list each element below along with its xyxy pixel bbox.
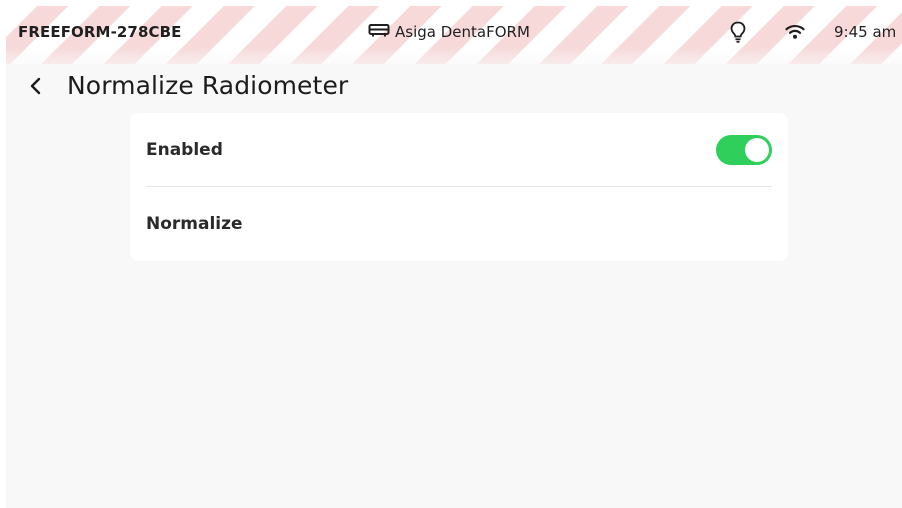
enabled-label: Enabled — [146, 140, 223, 160]
normalize-button[interactable]: Normalize — [146, 187, 772, 261]
toggle-knob — [745, 138, 769, 162]
chevron-left-icon — [29, 76, 43, 100]
printer-name[interactable]: Asiga DentaFORM — [368, 23, 530, 41]
clock: 9:45 am — [834, 23, 897, 41]
wifi-icon[interactable] — [785, 24, 805, 44]
enabled-row: Enabled — [146, 113, 772, 187]
device-id: FREEFORM-278CBE — [18, 23, 182, 41]
status-bar: FREEFORM-278CBE Asiga DentaFORM 9:45 am — [6, 6, 902, 64]
app-screen: FREEFORM-278CBE Asiga DentaFORM 9:45 am … — [6, 6, 902, 508]
printer-name-label: Asiga DentaFORM — [395, 23, 530, 41]
normalize-label: Normalize — [146, 214, 243, 234]
printer-icon — [368, 23, 395, 41]
back-button[interactable] — [22, 74, 50, 102]
page-title: Normalize Radiometer — [67, 71, 349, 100]
settings-card: Enabled Normalize — [130, 113, 788, 261]
lightbulb-icon[interactable] — [730, 21, 746, 47]
enabled-toggle[interactable] — [716, 135, 772, 165]
page-header: Normalize Radiometer — [6, 68, 902, 108]
